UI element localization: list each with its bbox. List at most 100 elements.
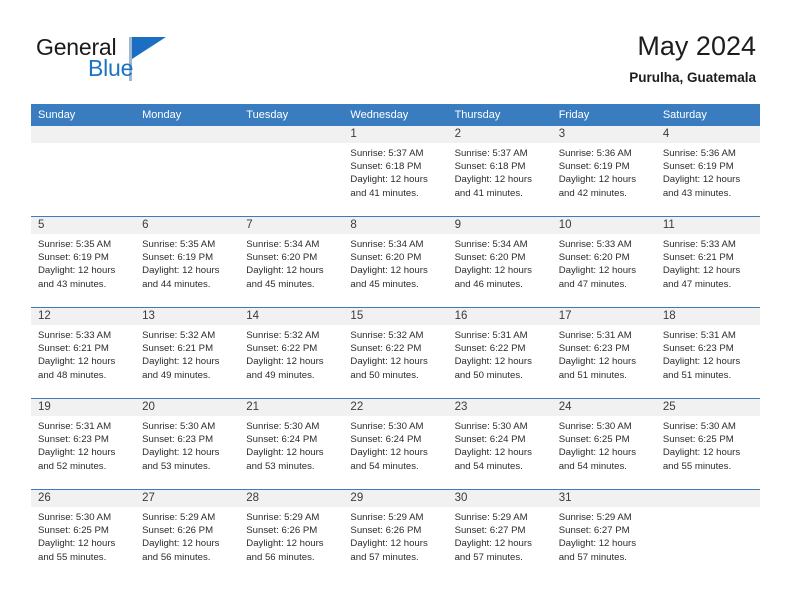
sunset-text: Sunset: 6:19 PM: [38, 252, 109, 264]
day-cell[interactable]: Sunrise: 5:30 AM Sunset: 6:25 PM Daylight:…: [31, 507, 135, 580]
week-detail-row: Sunrise: 5:30 AM Sunset: 6:25 PM Daylight:…: [31, 507, 760, 580]
day-cell[interactable]: Sunrise: 5:30 AM Sunset: 6:25 PM Daylight:…: [656, 416, 760, 489]
weekday-header-saturday: Saturday: [662, 109, 707, 121]
daylight-text: Daylight: 12 hours and 45 minutes.: [350, 265, 428, 290]
day-cell[interactable]: Sunrise: 5:30 AM Sunset: 6:24 PM Daylight:…: [343, 416, 447, 489]
sunset-text: Sunset: 6:21 PM: [38, 343, 109, 355]
day-number[interactable]: 13: [135, 308, 239, 325]
day-number-empty: [31, 126, 135, 143]
day-number[interactable]: 5: [31, 217, 135, 234]
daylight-text: Daylight: 12 hours and 56 minutes.: [142, 538, 220, 563]
day-number[interactable]: 7: [239, 217, 343, 234]
day-cell[interactable]: Sunrise: 5:29 AM Sunset: 6:26 PM Daylight:…: [239, 507, 343, 580]
day-cell[interactable]: Sunrise: 5:34 AM Sunset: 6:20 PM Daylight:…: [448, 234, 552, 307]
day-cell[interactable]: Sunrise: 5:30 AM Sunset: 6:24 PM Daylight:…: [239, 416, 343, 489]
day-number[interactable]: 6: [135, 217, 239, 234]
day-cell[interactable]: Sunrise: 5:36 AM Sunset: 6:19 PM Daylight:…: [656, 143, 760, 216]
day-cell[interactable]: Sunrise: 5:34 AM Sunset: 6:20 PM Daylight:…: [343, 234, 447, 307]
daylight-text: Daylight: 12 hours and 49 minutes.: [142, 356, 220, 381]
day-number[interactable]: 30: [448, 490, 552, 507]
day-cell[interactable]: Sunrise: 5:31 AM Sunset: 6:23 PM Daylight:…: [552, 325, 656, 398]
sunset-text: Sunset: 6:19 PM: [142, 252, 214, 264]
day-number[interactable]: 23: [448, 399, 552, 416]
day-number[interactable]: 4: [656, 126, 760, 143]
day-cell[interactable]: Sunrise: 5:29 AM Sunset: 6:26 PM Daylight:…: [343, 507, 447, 580]
day-cell[interactable]: Sunrise: 5:33 AM Sunset: 6:21 PM Daylight:…: [31, 325, 135, 398]
week-detail-row: Sunrise: 5:37 AM Sunset: 6:18 PM Daylight:…: [31, 143, 760, 216]
sunset-text: Sunset: 6:24 PM: [454, 434, 526, 446]
sunrise-text: Sunrise: 5:35 AM: [142, 239, 216, 250]
sunset-text: Sunset: 6:18 PM: [454, 161, 526, 173]
sunrise-text: Sunrise: 5:33 AM: [558, 239, 632, 250]
day-number[interactable]: 17: [552, 308, 656, 325]
day-cell[interactable]: Sunrise: 5:37 AM Sunset: 6:18 PM Daylight:…: [343, 143, 447, 216]
day-number[interactable]: 8: [343, 217, 447, 234]
day-number[interactable]: 21: [239, 399, 343, 416]
day-number[interactable]: 22: [343, 399, 447, 416]
sunset-text: Sunset: 6:22 PM: [350, 343, 422, 355]
day-cell[interactable]: Sunrise: 5:32 AM Sunset: 6:22 PM Daylight:…: [343, 325, 447, 398]
day-cell[interactable]: Sunrise: 5:32 AM Sunset: 6:21 PM Daylight:…: [135, 325, 239, 398]
day-cell[interactable]: Sunrise: 5:29 AM Sunset: 6:27 PM Daylight:…: [552, 507, 656, 580]
day-cell[interactable]: Sunrise: 5:33 AM Sunset: 6:20 PM Daylight:…: [552, 234, 656, 307]
day-number[interactable]: 18: [656, 308, 760, 325]
sunset-text: Sunset: 6:20 PM: [246, 252, 318, 264]
day-number[interactable]: 29: [343, 490, 447, 507]
day-cell[interactable]: Sunrise: 5:30 AM Sunset: 6:23 PM Daylight:…: [135, 416, 239, 489]
calendar-weeks: 1 2 3 4 Sunrise: 5:37 AM Sunset: 6:18 PM Dayli…: [31, 126, 760, 580]
day-cell[interactable]: Sunrise: 5:31 AM Sunset: 6:23 PM Daylight:…: [31, 416, 135, 489]
day-number[interactable]: 12: [31, 308, 135, 325]
day-number[interactable]: 10: [552, 217, 656, 234]
day-cell-empty: [135, 143, 239, 216]
day-number[interactable]: 28: [239, 490, 343, 507]
day-cell[interactable]: Sunrise: 5:31 AM Sunset: 6:23 PM Daylight:…: [656, 325, 760, 398]
calendar-week-row: 1 2 3 4 Sunrise: 5:37 AM Sunset: 6:18 PM Dayli…: [31, 126, 760, 216]
day-number[interactable]: 26: [31, 490, 135, 507]
day-number[interactable]: 19: [31, 399, 135, 416]
sunrise-text: Sunrise: 5:30 AM: [246, 421, 320, 432]
day-cell[interactable]: Sunrise: 5:30 AM Sunset: 6:25 PM Daylight:…: [552, 416, 656, 489]
day-cell[interactable]: Sunrise: 5:30 AM Sunset: 6:24 PM Daylight:…: [448, 416, 552, 489]
day-number[interactable]: 11: [656, 217, 760, 234]
day-number[interactable]: 9: [448, 217, 552, 234]
day-cell[interactable]: Sunrise: 5:29 AM Sunset: 6:27 PM Daylight:…: [448, 507, 552, 580]
day-cell[interactable]: Sunrise: 5:31 AM Sunset: 6:22 PM Daylight:…: [448, 325, 552, 398]
day-cell[interactable]: Sunrise: 5:35 AM Sunset: 6:19 PM Daylight:…: [31, 234, 135, 307]
sunrise-text: Sunrise: 5:32 AM: [246, 330, 320, 341]
day-number[interactable]: 16: [448, 308, 552, 325]
sunset-text: Sunset: 6:25 PM: [38, 525, 109, 537]
day-number[interactable]: 20: [135, 399, 239, 416]
sunrise-text: Sunrise: 5:29 AM: [246, 512, 320, 523]
day-number-empty: [239, 126, 343, 143]
daylight-text: Daylight: 12 hours and 53 minutes.: [142, 447, 220, 472]
general-blue-logo[interactable]: General Blue: [36, 36, 256, 86]
location-subtitle: Purulha, Guatemala: [629, 70, 756, 85]
day-number[interactable]: 1: [343, 126, 447, 143]
sunset-text: Sunset: 6:24 PM: [246, 434, 318, 446]
day-number[interactable]: 27: [135, 490, 239, 507]
day-number-empty: [656, 490, 760, 507]
day-number[interactable]: 15: [343, 308, 447, 325]
weekday-header-sunday: Sunday: [38, 109, 76, 121]
day-number[interactable]: 3: [552, 126, 656, 143]
day-number[interactable]: 24: [552, 399, 656, 416]
day-number[interactable]: 31: [552, 490, 656, 507]
day-cell[interactable]: Sunrise: 5:37 AM Sunset: 6:18 PM Daylight:…: [448, 143, 552, 216]
daylight-text: Daylight: 12 hours and 56 minutes.: [246, 538, 324, 563]
week-daynumber-row: 26 27 28 29 30 31: [31, 490, 760, 507]
day-cell[interactable]: Sunrise: 5:35 AM Sunset: 6:19 PM Daylight:…: [135, 234, 239, 307]
triangle-logo-icon: [132, 37, 166, 59]
sunset-text: Sunset: 6:25 PM: [558, 434, 630, 446]
day-number[interactable]: 14: [239, 308, 343, 325]
weekday-header-thursday: Thursday: [454, 109, 501, 121]
day-number[interactable]: 25: [656, 399, 760, 416]
week-daynumber-row: 12 13 14 15 16 17 18: [31, 308, 760, 325]
day-number[interactable]: 2: [448, 126, 552, 143]
daylight-text: Daylight: 12 hours and 45 minutes.: [246, 265, 324, 290]
day-cell[interactable]: Sunrise: 5:34 AM Sunset: 6:20 PM Daylight:…: [239, 234, 343, 307]
day-cell[interactable]: Sunrise: 5:29 AM Sunset: 6:26 PM Daylight:…: [135, 507, 239, 580]
daylight-text: Daylight: 12 hours and 43 minutes.: [662, 174, 741, 199]
day-cell[interactable]: Sunrise: 5:36 AM Sunset: 6:19 PM Daylight:…: [552, 143, 656, 216]
day-cell[interactable]: Sunrise: 5:33 AM Sunset: 6:21 PM Daylight:…: [656, 234, 760, 307]
day-cell[interactable]: Sunrise: 5:32 AM Sunset: 6:22 PM Daylight:…: [239, 325, 343, 398]
